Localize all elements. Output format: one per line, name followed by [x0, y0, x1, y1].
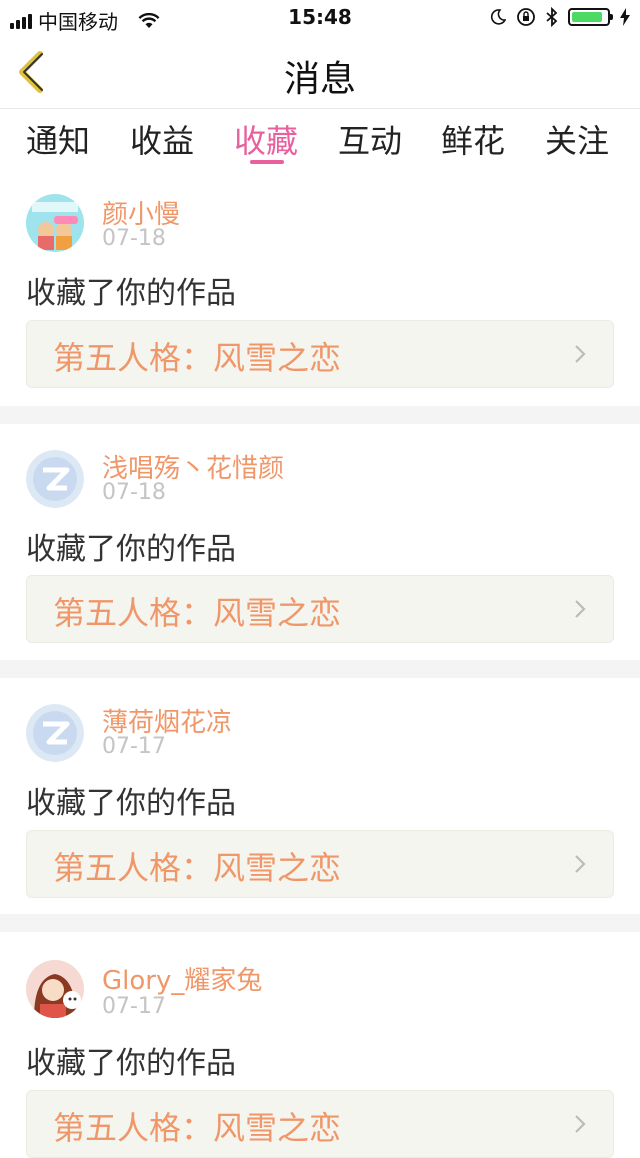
username[interactable]: Glory_耀家兔	[102, 960, 262, 997]
page-title: 消息	[283, 59, 356, 100]
work-title: 第五人格：风雪之恋	[53, 594, 342, 632]
tab-bar: 通知 收益 收藏 互动 鲜花 关注	[0, 110, 640, 170]
chevron-right-icon	[575, 345, 586, 363]
status-right	[490, 7, 630, 27]
work-link[interactable]: 第五人格：风雪之恋	[26, 1090, 614, 1158]
divider	[0, 660, 640, 678]
avatar[interactable]	[26, 704, 84, 762]
message-date: 07-17	[102, 994, 166, 1019]
divider	[0, 406, 640, 424]
action-text: 收藏了你的作品	[26, 1046, 236, 1081]
avatar[interactable]	[26, 194, 84, 252]
action-text: 收藏了你的作品	[26, 786, 236, 821]
active-tab-indicator	[250, 160, 284, 164]
tab-notice[interactable]: 通知	[26, 116, 90, 162]
moon-icon	[490, 9, 506, 25]
divider	[0, 914, 640, 932]
work-link[interactable]: 第五人格：风雪之恋	[26, 830, 614, 898]
battery-icon	[568, 8, 613, 26]
message-date: 07-18	[102, 226, 166, 251]
charging-icon	[620, 8, 630, 26]
tab-flowers[interactable]: 鲜花	[441, 116, 505, 162]
chevron-right-icon	[575, 600, 586, 618]
message-date: 07-17	[102, 734, 166, 759]
message-card: 薄荷烟花凉 07-17 收藏了你的作品 第五人格：风雪之恋	[0, 678, 640, 914]
tab-favorites[interactable]: 收藏	[234, 116, 298, 162]
avatar[interactable]	[26, 960, 84, 1018]
work-link[interactable]: 第五人格：风雪之恋	[26, 575, 614, 643]
orientation-lock-icon	[517, 8, 535, 26]
tab-earnings[interactable]: 收益	[130, 116, 194, 162]
nav-header: 消息	[0, 36, 640, 109]
message-card: 颜小慢 07-18 收藏了你的作品 第五人格：风雪之恋	[0, 180, 640, 406]
work-title: 第五人格：风雪之恋	[53, 339, 342, 377]
action-text: 收藏了你的作品	[26, 532, 236, 567]
avatar[interactable]	[26, 450, 84, 508]
message-date: 07-18	[102, 480, 166, 505]
work-title: 第五人格：风雪之恋	[53, 1109, 342, 1147]
work-link[interactable]: 第五人格：风雪之恋	[26, 320, 614, 388]
message-card: 浅唱殇丶花惜颜 07-18 收藏了你的作品 第五人格：风雪之恋	[0, 424, 640, 660]
work-title: 第五人格：风雪之恋	[53, 849, 342, 887]
chevron-right-icon	[575, 855, 586, 873]
chevron-right-icon	[575, 1115, 586, 1133]
status-bar: 中国移动 15:48	[0, 0, 640, 36]
message-card: Glory_耀家兔 07-17 收藏了你的作品 第五人格：风雪之恋	[0, 932, 640, 1158]
tab-follow[interactable]: 关注	[545, 116, 609, 162]
bluetooth-icon	[546, 7, 558, 27]
tab-interaction[interactable]: 互动	[338, 116, 402, 162]
action-text: 收藏了你的作品	[26, 276, 236, 311]
